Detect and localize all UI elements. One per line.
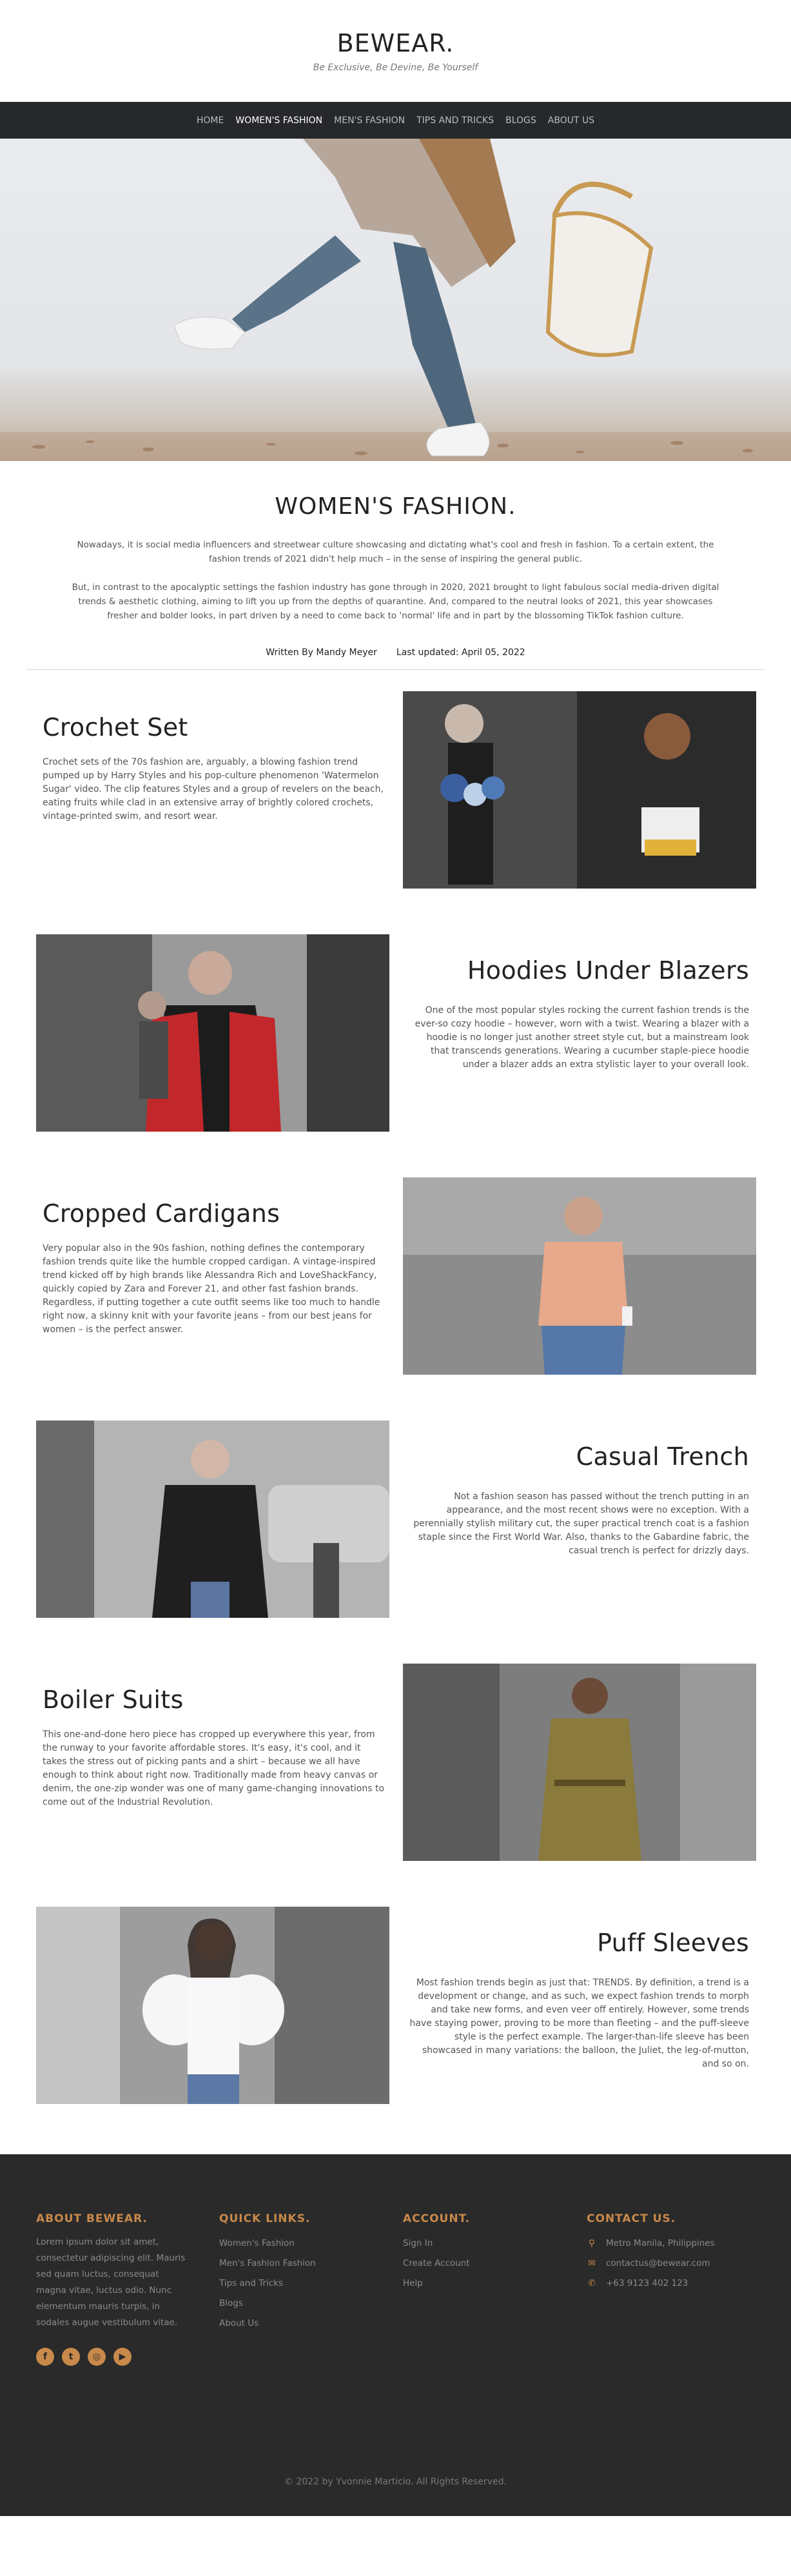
article-body: Most fashion trends begin as just that: … bbox=[409, 1978, 749, 2069]
casual-trench-photo bbox=[36, 1421, 389, 1618]
hoodies-under-blazers-photo bbox=[36, 934, 389, 1132]
footer-contact-heading: CONTACT US. bbox=[587, 2212, 676, 2225]
boiler-suits-photo bbox=[403, 1664, 756, 1861]
article-title: Casual Trench bbox=[576, 1442, 749, 1471]
footer-link-mens-fashion[interactable]: Men's Fashion Fashion bbox=[219, 2258, 374, 2268]
article-cropped-cardigans: Cropped Cardigans Very popular also in t… bbox=[0, 1166, 791, 1409]
intro-paragraph-1: Nowadays, it is social media influencers… bbox=[77, 540, 714, 564]
nav-womens-fashion[interactable]: WOMEN'S FASHION bbox=[235, 115, 322, 126]
site-header: BEWEAR. Be Exclusive, Be Devine, Be Your… bbox=[0, 0, 791, 102]
puff-sleeves-photo bbox=[36, 1907, 389, 2104]
article-text: Casual Trench Not a fashion season has p… bbox=[407, 1442, 749, 1558]
brand-logo[interactable]: BEWEAR. bbox=[337, 29, 454, 57]
nav-tips-and-tricks[interactable]: TIPS AND TRICKS bbox=[416, 115, 494, 126]
instagram-icon[interactable]: ◎ bbox=[88, 2348, 106, 2366]
article-title: Boiler Suits bbox=[43, 1686, 184, 1714]
facebook-icon[interactable]: f bbox=[36, 2348, 54, 2366]
article-body: This one-and-done hero piece has cropped… bbox=[43, 1729, 385, 1807]
article-title: Hoodies Under Blazers bbox=[467, 956, 749, 985]
nav-blogs[interactable]: BLOGS bbox=[505, 115, 536, 126]
footer-link-create-account[interactable]: Create Account bbox=[403, 2258, 558, 2268]
article-boiler-suits: Boiler Suits This one-and-done hero piec… bbox=[0, 1652, 791, 1895]
article-title: Cropped Cardigans bbox=[43, 1199, 280, 1228]
envelope-icon: ✉ bbox=[588, 2258, 596, 2268]
copyright: © 2022 by Yvonnie Marticio. All Rights R… bbox=[284, 2477, 507, 2487]
cropped-cardigans-photo bbox=[403, 1177, 756, 1375]
contact-list: ⚲ Metro Manila, Philippines ✉ contactus@be… bbox=[587, 2238, 741, 2288]
tagline: Be Exclusive, Be Devine, Be Yourself bbox=[313, 63, 478, 73]
footer-link-tips-and-tricks[interactable]: Tips and Tricks bbox=[219, 2278, 374, 2288]
intro-paragraph-2: But, in contrast to the apocalyptic sett… bbox=[72, 582, 719, 621]
crochet-set-photo bbox=[403, 691, 756, 889]
contact-address: ⚲ Metro Manila, Philippines bbox=[587, 2238, 741, 2248]
article-crochet-set: Crochet Set Crochet sets of the 70s fash… bbox=[0, 680, 791, 923]
footer-link-womens-fashion[interactable]: Women's Fashion bbox=[219, 2238, 374, 2248]
footer-about-heading: ABOUT BEWEAR. bbox=[36, 2212, 148, 2225]
article-text: Crochet Set Crochet sets of the 70s fash… bbox=[43, 713, 384, 823]
article-body: Crochet sets of the 70s fashion are, arg… bbox=[43, 757, 384, 821]
article-text: Hoodies Under Blazers One of the most po… bbox=[407, 956, 749, 1072]
twitter-icon[interactable]: t bbox=[62, 2348, 80, 2366]
article-text: Boiler Suits This one-and-done hero piec… bbox=[43, 1686, 384, 1809]
article-hoodies-under-blazers: Hoodies Under Blazers One of the most po… bbox=[0, 923, 791, 1166]
article-casual-trench: Casual Trench Not a fashion season has p… bbox=[0, 1409, 791, 1652]
article-puff-sleeves: Puff Sleeves Most fashion trends begin a… bbox=[0, 1895, 791, 2138]
social-links: f t ◎ ▶ bbox=[36, 2348, 191, 2366]
map-pin-icon: ⚲ bbox=[589, 2238, 595, 2248]
byline: Written By Mandy Meyer Last updated: Apr… bbox=[64, 647, 727, 658]
contact-email-text: contactus@bewear.com bbox=[606, 2258, 710, 2268]
phone-icon: ✆ bbox=[588, 2278, 596, 2288]
footer-link-sign-in[interactable]: Sign In bbox=[403, 2238, 558, 2248]
page-title: WOMEN'S FASHION. bbox=[275, 493, 516, 520]
article-body: One of the most popular styles rocking t… bbox=[415, 1005, 749, 1070]
article-body: Very popular also in the 90s fashion, no… bbox=[43, 1243, 380, 1335]
article-text: Cropped Cardigans Very popular also in t… bbox=[43, 1199, 384, 1337]
contact-address-text: Metro Manila, Philippines bbox=[606, 2238, 715, 2248]
article-body: Not a fashion season has passed without … bbox=[413, 1491, 749, 1556]
articles: Crochet Set Crochet sets of the 70s fash… bbox=[0, 670, 791, 2138]
author: Written By Mandy Meyer bbox=[266, 647, 377, 658]
footer-link-help[interactable]: Help bbox=[403, 2278, 558, 2288]
article-title: Crochet Set bbox=[43, 713, 188, 742]
hero-banner bbox=[0, 139, 791, 461]
footer-about-text: Lorem ipsum dolor sit amet, consectetur … bbox=[36, 2237, 186, 2328]
youtube-icon[interactable]: ▶ bbox=[113, 2348, 132, 2366]
footer-account: ACCOUNT. Sign In Create Account Help bbox=[403, 2212, 558, 2298]
footer-contact: CONTACT US. ⚲ Metro Manila, Philippines ✉… bbox=[587, 2212, 741, 2298]
footer-quick-links: QUICK LINKS. Women's Fashion Men's Fashi… bbox=[219, 2212, 374, 2338]
hero-image bbox=[0, 139, 791, 461]
quick-links-list: Women's Fashion Men's Fashion Fashion Ti… bbox=[219, 2238, 374, 2328]
footer-account-heading: ACCOUNT. bbox=[403, 2212, 471, 2225]
article-title: Puff Sleeves bbox=[597, 1929, 749, 1957]
nav-home[interactable]: HOME bbox=[197, 115, 224, 126]
contact-phone[interactable]: ✆ +63 9123 402 123 bbox=[587, 2278, 741, 2288]
main-nav: HOME WOMEN'S FASHION MEN'S FASHION TIPS … bbox=[0, 102, 791, 139]
account-links-list: Sign In Create Account Help bbox=[403, 2238, 558, 2288]
site-footer: ABOUT BEWEAR. Lorem ipsum dolor sit amet… bbox=[0, 2154, 791, 2516]
contact-phone-text: +63 9123 402 123 bbox=[606, 2278, 688, 2288]
intro-section: WOMEN'S FASHION. Nowadays, it is social … bbox=[0, 461, 791, 658]
footer-link-blogs[interactable]: Blogs bbox=[219, 2298, 374, 2308]
article-text: Puff Sleeves Most fashion trends begin a… bbox=[407, 1929, 749, 2071]
nav-about-us[interactable]: ABOUT US bbox=[548, 115, 594, 126]
footer-link-about-us[interactable]: About Us bbox=[219, 2318, 374, 2328]
contact-email[interactable]: ✉ contactus@bewear.com bbox=[587, 2258, 741, 2268]
footer-about: ABOUT BEWEAR. Lorem ipsum dolor sit amet… bbox=[36, 2212, 191, 2366]
footer-links-heading: QUICK LINKS. bbox=[219, 2212, 311, 2225]
last-updated: Last updated: April 05, 2022 bbox=[396, 647, 525, 658]
nav-mens-fashion[interactable]: MEN'S FASHION bbox=[334, 115, 405, 126]
